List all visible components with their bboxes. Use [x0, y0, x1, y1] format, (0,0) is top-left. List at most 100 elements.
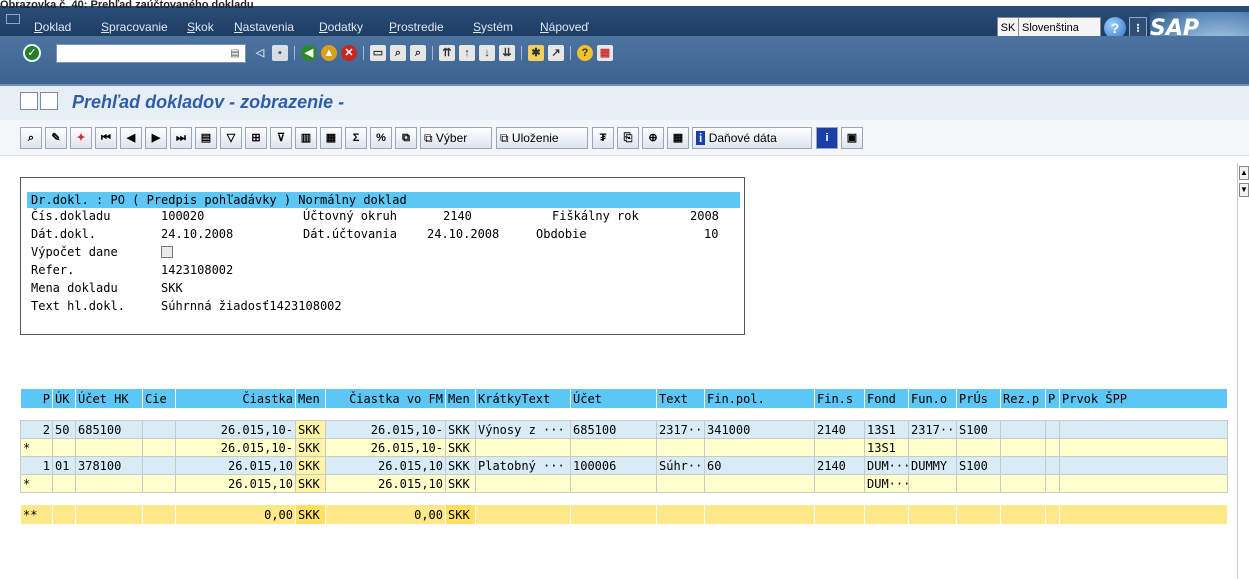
copy-icon[interactable]: ⎘ [617, 127, 639, 149]
calculator-icon[interactable]: ▦ [667, 127, 689, 149]
find-next-icon[interactable]: ⌕ [410, 45, 426, 61]
next-item-icon[interactable]: ▶ [145, 127, 167, 149]
cell-rez-p[interactable] [1000, 456, 1046, 475]
sort-descending-icon[interactable]: ▦ [320, 127, 342, 149]
cell-ciastka[interactable]: 26.015,10 [175, 456, 296, 475]
back-arrow-icon[interactable]: ◁ [252, 45, 268, 61]
cell-fond[interactable]: 13S1 [864, 438, 909, 457]
column-header[interactable]: ÚK [52, 388, 76, 409]
cell-p2[interactable] [1045, 474, 1060, 493]
cell-ciastka[interactable]: 26.015,10 [175, 474, 296, 493]
table-row[interactable]: * 26.015,10- SKK 26.015,10- SKK 13S1 [20, 438, 1228, 457]
cell-uk[interactable] [52, 438, 76, 457]
cell-p[interactable]: * [20, 438, 53, 457]
cell-fin-s[interactable]: 2140 [814, 420, 865, 439]
cell-ciastka[interactable]: 26.015,10- [175, 420, 296, 439]
cell-men-fm[interactable]: SKK [445, 456, 476, 475]
cell-cie[interactable] [142, 474, 176, 493]
column-header[interactable]: Prvok ŠPP [1059, 388, 1228, 409]
menu-prostredie[interactable]: Prostredie [389, 20, 444, 34]
cell-fin-pol[interactable]: 341000 [704, 420, 815, 439]
subtotal-icon[interactable]: % [370, 127, 392, 149]
last-item-icon[interactable]: ⏭ [170, 127, 192, 149]
menu-napoved[interactable]: Nápoveď [540, 20, 589, 34]
scroll-down-icon[interactable]: ▼ [1239, 183, 1249, 197]
column-header[interactable]: P [20, 388, 53, 409]
cell-prvok-spp[interactable] [1059, 438, 1228, 457]
cell-p[interactable]: 1 [20, 456, 53, 475]
cell-ucet[interactable]: 685100 [570, 420, 657, 439]
filter-icon[interactable]: ▽ [220, 127, 242, 149]
cell-ucet-hk[interactable] [75, 438, 143, 457]
column-header[interactable]: Rez.p [1000, 388, 1046, 409]
menu-skok[interactable]: Skok [187, 20, 214, 34]
cancel-icon[interactable]: ✕ [341, 45, 357, 61]
cell-uk[interactable]: 50 [52, 420, 76, 439]
details-icon[interactable]: ⌕ [20, 127, 42, 149]
info-icon[interactable]: i [816, 127, 838, 149]
column-header[interactable]: Čiastka vo FM [325, 388, 446, 409]
next-page-icon[interactable]: ↓ [479, 45, 495, 61]
vertical-scrollbar[interactable]: ▲ ▼ [1237, 163, 1249, 579]
export-icon[interactable]: ⊞ [245, 127, 267, 149]
first-item-icon[interactable]: ⏮ [95, 127, 117, 149]
cell-rez-p[interactable] [1000, 420, 1046, 439]
cell-prus[interactable]: S100 [956, 420, 1001, 439]
cell-ciastka-fm[interactable]: 26.015,10- [325, 438, 446, 457]
danove-data-button[interactable]: i Daňové dáta [692, 127, 812, 149]
cell-p[interactable]: * [20, 474, 53, 493]
sum-icon[interactable]: Σ [345, 127, 367, 149]
cell-ucet[interactable]: 100006 [570, 456, 657, 475]
cell-men-fm[interactable]: SKK [445, 420, 476, 439]
command-history-icon[interactable]: ▤ [228, 46, 242, 61]
column-header[interactable]: P [1045, 388, 1060, 409]
cell-fin-pol[interactable]: 60 [704, 456, 815, 475]
cell-men[interactable]: SKK [295, 420, 326, 439]
command-field[interactable] [56, 44, 246, 63]
shortcut-icon[interactable]: ↗ [548, 45, 564, 61]
cell-fun-o[interactable] [908, 474, 957, 493]
note-icon[interactable]: ▣ [841, 127, 863, 149]
help-icon[interactable]: ? [577, 45, 593, 61]
cell-men[interactable]: SKK [295, 456, 326, 475]
menu-nastavenia[interactable]: Nastavenia [234, 20, 294, 34]
scroll-up-icon[interactable]: ▲ [1239, 166, 1249, 180]
column-header[interactable]: Cie [142, 388, 176, 409]
column-header[interactable]: Účet HK [75, 388, 143, 409]
cell-men[interactable]: SKK [295, 474, 326, 493]
cell-fun-o[interactable] [908, 438, 957, 457]
cell-kratky-text[interactable]: Platobný ··· [475, 456, 571, 475]
column-header[interactable]: PrÚs [956, 388, 1001, 409]
cell-fun-o[interactable]: 2317··· [908, 420, 957, 439]
cell-cie[interactable] [142, 438, 176, 457]
cell-uk[interactable]: 01 [52, 456, 76, 475]
cell-uk[interactable] [52, 474, 76, 493]
cell-ciastka-fm[interactable]: 26.015,10- [325, 420, 446, 439]
menu-system[interactable]: Systém [473, 20, 513, 34]
cell-p2[interactable] [1045, 456, 1060, 475]
layout-icon[interactable]: ⧉ [395, 127, 417, 149]
select-icon[interactable]: ✦ [70, 127, 92, 149]
column-header[interactable]: KrátkyText [475, 388, 571, 409]
ulozenie-button[interactable]: ⧉ Uloženie [496, 127, 588, 149]
cell-men-fm[interactable]: SKK [445, 438, 476, 457]
print-icon[interactable]: ▭ [370, 45, 386, 61]
cell-fin-s[interactable] [814, 438, 865, 457]
column-header[interactable]: Účet [570, 388, 657, 409]
currency-icon[interactable]: ₮ [592, 127, 614, 149]
last-page-icon[interactable]: ⇊ [499, 45, 515, 61]
cell-ucet[interactable] [570, 438, 657, 457]
cell-kratky-text[interactable]: Výnosy z ··· [475, 420, 571, 439]
vyber-button[interactable]: ⧉ Výber [420, 127, 492, 149]
column-header[interactable]: Men [445, 388, 476, 409]
create-session-icon[interactable]: ✱ [528, 45, 544, 61]
sort-ascending-icon[interactable]: ▥ [295, 127, 317, 149]
cell-text[interactable] [656, 438, 705, 457]
cell-ucet-hk[interactable]: 685100 [75, 420, 143, 439]
cell-text[interactable]: 2317··· [656, 420, 705, 439]
cell-fun-o[interactable]: DUMMY [908, 456, 957, 475]
column-header[interactable]: Fun.o [908, 388, 957, 409]
cell-p2[interactable] [1045, 420, 1060, 439]
cell-text[interactable]: Súhr··· [656, 456, 705, 475]
ok-icon[interactable]: ✓ [23, 44, 41, 62]
